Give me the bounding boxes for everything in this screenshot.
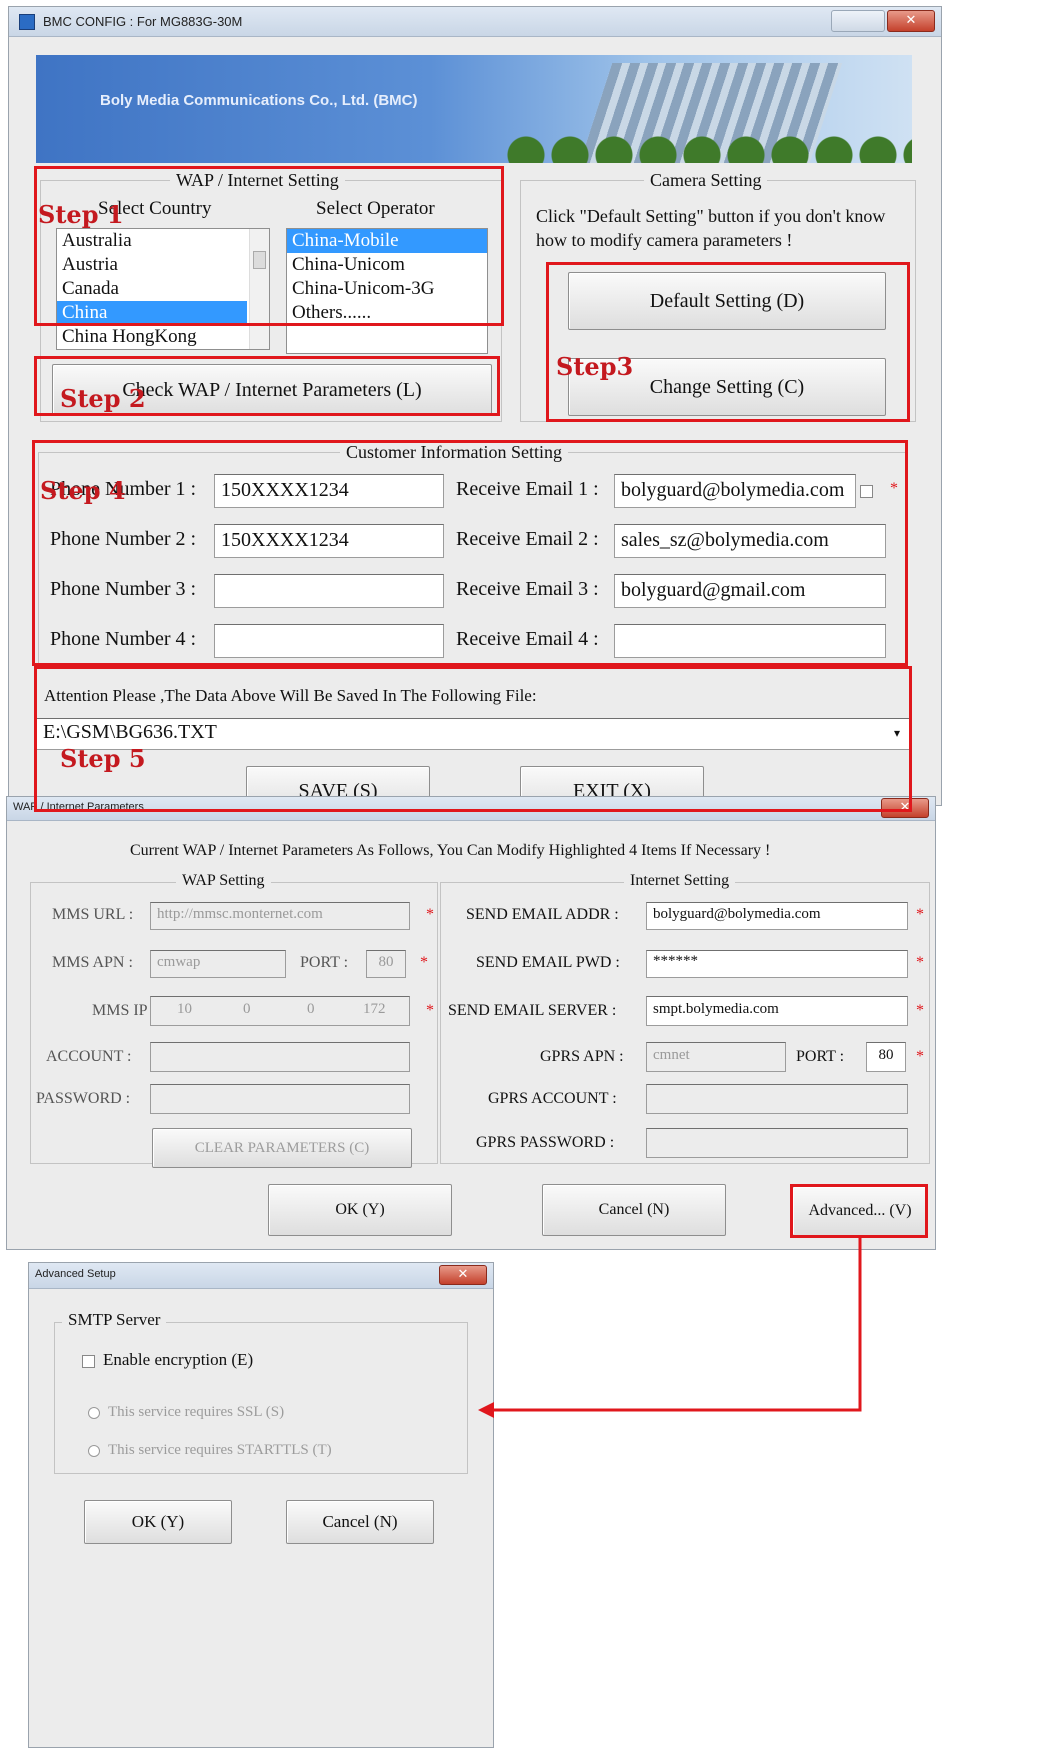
smtp-group-label: SMTP Server bbox=[62, 1310, 167, 1330]
send-email-pwd-field[interactable]: ****** bbox=[646, 950, 908, 978]
mms-url-label: MMS URL : bbox=[52, 906, 134, 923]
required-star: * bbox=[420, 954, 428, 971]
wap-ok-button[interactable]: OK (Y) bbox=[268, 1184, 452, 1236]
password-label: PASSWORD : bbox=[36, 1090, 131, 1107]
advanced-highlight bbox=[790, 1184, 928, 1238]
starttls-radio[interactable] bbox=[88, 1444, 100, 1457]
required-star: * bbox=[916, 906, 924, 923]
mms-apn-field[interactable]: cmwap bbox=[150, 950, 286, 978]
mms-apn-label: MMS APN : bbox=[52, 954, 133, 971]
ip-octet: 0 bbox=[243, 1001, 251, 1017]
mms-port-label: PORT : bbox=[300, 954, 349, 971]
ssl-radio[interactable] bbox=[88, 1406, 100, 1419]
step4-highlight bbox=[32, 440, 908, 666]
ssl-option-row[interactable]: This service requires SSL (S) bbox=[88, 1404, 284, 1421]
send-email-server-field[interactable]: smpt.bolymedia.com bbox=[646, 996, 908, 1026]
wap-setting-label: WAP Setting bbox=[176, 872, 271, 890]
internet-setting-label: Internet Setting bbox=[624, 872, 736, 890]
enable-encryption-label: Enable encryption (E) bbox=[103, 1350, 254, 1369]
send-email-addr-field[interactable]: bolyguard@bolymedia.com bbox=[646, 902, 908, 930]
required-star: * bbox=[916, 954, 924, 971]
mms-url-field[interactable]: http://mmsc.monternet.com bbox=[150, 902, 410, 930]
camera-hint: Click "Default Setting" button if you do… bbox=[536, 206, 886, 250]
mms-ip-field[interactable]: 10 0 0 172 bbox=[150, 996, 410, 1026]
advanced-dialog-title: Advanced Setup bbox=[35, 1268, 116, 1280]
app-icon bbox=[19, 14, 35, 30]
window-title: BMC CONFIG : For MG883G-30M bbox=[43, 14, 243, 29]
step3-highlight bbox=[546, 262, 910, 422]
step1-highlight bbox=[34, 166, 504, 326]
enable-encryption-checkbox[interactable] bbox=[82, 1354, 95, 1368]
send-email-server-label: SEND EMAIL SERVER : bbox=[448, 1002, 617, 1019]
step3-label: Step3 bbox=[556, 352, 634, 381]
enable-encryption-row[interactable]: Enable encryption (E) bbox=[82, 1350, 253, 1370]
mms-port-field[interactable]: 80 bbox=[366, 950, 406, 978]
gprs-port-field[interactable]: 80 bbox=[866, 1042, 906, 1072]
ssl-option-label: This service requires SSL (S) bbox=[108, 1404, 285, 1420]
advanced-dialog-titlebar: Advanced Setup ✕ bbox=[29, 1263, 493, 1289]
gprs-password-field[interactable] bbox=[646, 1128, 908, 1158]
send-email-addr-label: SEND EMAIL ADDR : bbox=[466, 906, 619, 923]
banner-text: Boly Media Communications Co., Ltd. (BMC… bbox=[100, 92, 418, 109]
password-field[interactable] bbox=[150, 1084, 410, 1114]
close-icon[interactable]: ✕ bbox=[887, 10, 935, 32]
step4-label: Step 4 bbox=[40, 476, 126, 505]
required-star: * bbox=[426, 906, 434, 923]
gprs-apn-field[interactable]: cmnet bbox=[646, 1042, 786, 1072]
gprs-apn-label: GPRS APN : bbox=[540, 1048, 624, 1065]
advanced-ok-button[interactable]: OK (Y) bbox=[84, 1500, 232, 1544]
main-titlebar: BMC CONFIG : For MG883G-30M ✕ bbox=[9, 7, 941, 37]
ip-octet: 10 bbox=[177, 1001, 192, 1017]
gprs-password-label: GPRS PASSWORD : bbox=[476, 1134, 615, 1151]
required-star: * bbox=[426, 1002, 434, 1019]
starttls-option-label: This service requires STARTTLS (T) bbox=[108, 1442, 332, 1458]
ip-octet: 0 bbox=[307, 1001, 315, 1017]
step1-label: Step 1 bbox=[38, 200, 124, 229]
step5-label: Step 5 bbox=[60, 744, 146, 773]
step2-label: Step 2 bbox=[60, 384, 146, 413]
starttls-option-row[interactable]: This service requires STARTTLS (T) bbox=[88, 1442, 332, 1459]
account-label: ACCOUNT : bbox=[46, 1048, 132, 1065]
ip-octet: 172 bbox=[363, 1001, 386, 1017]
country-item[interactable]: China HongKong bbox=[57, 325, 269, 349]
clear-parameters-button[interactable]: CLEAR PARAMETERS (C) bbox=[152, 1128, 412, 1168]
step5-highlight bbox=[34, 666, 912, 812]
gprs-account-field[interactable] bbox=[646, 1084, 908, 1114]
advanced-cancel-button[interactable]: Cancel (N) bbox=[286, 1500, 434, 1544]
account-field[interactable] bbox=[150, 1042, 410, 1072]
window-controls[interactable] bbox=[831, 10, 885, 32]
gprs-account-label: GPRS ACCOUNT : bbox=[488, 1090, 617, 1107]
company-banner: Boly Media Communications Co., Ltd. (BMC… bbox=[36, 55, 912, 163]
camera-group-label: Camera Setting bbox=[644, 170, 768, 191]
arrow-line bbox=[490, 1238, 862, 1412]
required-star: * bbox=[916, 1048, 924, 1065]
mms-ip-label: MMS IP : bbox=[92, 1002, 156, 1019]
required-star: * bbox=[916, 1002, 924, 1019]
wap-instruction: Current WAP / Internet Parameters As Fol… bbox=[130, 842, 771, 859]
close-icon[interactable]: ✕ bbox=[439, 1265, 487, 1285]
send-email-pwd-label: SEND EMAIL PWD : bbox=[476, 954, 620, 971]
wap-cancel-button[interactable]: Cancel (N) bbox=[542, 1184, 726, 1236]
trees-image bbox=[506, 125, 912, 163]
gprs-port-label: PORT : bbox=[796, 1048, 845, 1065]
